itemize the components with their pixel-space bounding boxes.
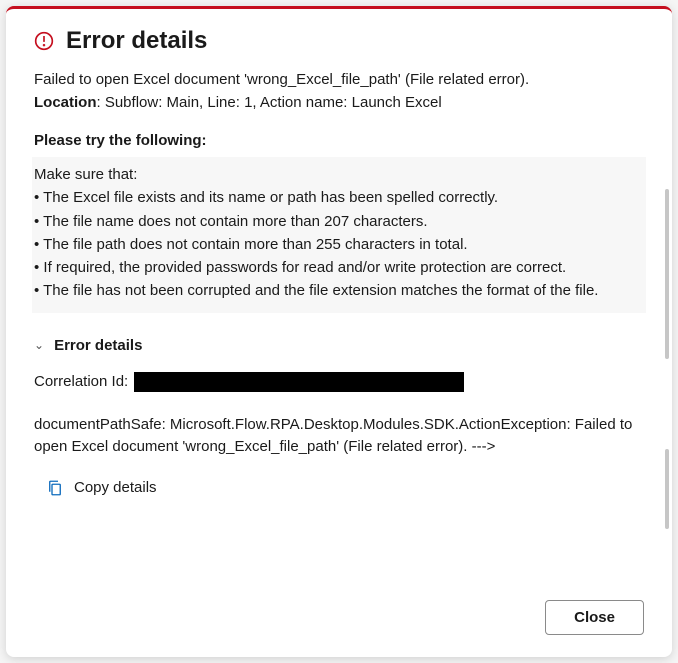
dialog-body: Failed to open Excel document 'wrong_Exc… bbox=[6, 69, 672, 588]
suggestion-item: • The Excel file exists and its name or … bbox=[34, 186, 644, 209]
suggestion-item: • If required, the provided passwords fo… bbox=[34, 256, 644, 279]
scrollbar-thumb[interactable] bbox=[665, 189, 669, 359]
suggestion-intro: Make sure that: bbox=[34, 163, 644, 186]
suggestion-title: Please try the following: bbox=[34, 132, 644, 149]
correlation-row: Correlation Id: bbox=[34, 372, 644, 392]
error-dialog: Error details Failed to open Excel docum… bbox=[6, 6, 672, 657]
scrollbar-thumb-details[interactable] bbox=[665, 449, 669, 529]
copy-icon bbox=[46, 479, 64, 497]
suggestion-item: • The file name does not contain more th… bbox=[34, 210, 644, 233]
suggestion-item: • The file path does not contain more th… bbox=[34, 233, 644, 256]
chevron-down-icon: ⌄ bbox=[34, 338, 44, 352]
close-button[interactable]: Close bbox=[545, 600, 644, 635]
error-details-label: Error details bbox=[54, 337, 142, 354]
error-message: Failed to open Excel document 'wrong_Exc… bbox=[34, 69, 644, 92]
correlation-id-redacted bbox=[134, 372, 464, 392]
dialog-footer: Close bbox=[6, 588, 672, 657]
error-icon bbox=[34, 31, 54, 51]
error-stack-text: documentPathSafe: Microsoft.Flow.RPA.Des… bbox=[34, 414, 644, 459]
correlation-label: Correlation Id: bbox=[34, 373, 128, 390]
suggestion-box: Make sure that: • The Excel file exists … bbox=[32, 157, 646, 313]
copy-details-label: Copy details bbox=[74, 479, 157, 496]
error-details-section: ⌄ Error details Correlation Id: document… bbox=[34, 337, 644, 497]
location-label: Location bbox=[34, 94, 97, 111]
dialog-header: Error details bbox=[6, 9, 672, 69]
suggestion-item: • The file has not been corrupted and th… bbox=[34, 279, 644, 302]
copy-details-button[interactable]: Copy details bbox=[34, 479, 644, 497]
dialog-title: Error details bbox=[66, 27, 207, 55]
error-details-toggle[interactable]: ⌄ Error details bbox=[34, 337, 644, 354]
error-location: Location: Subflow: Main, Line: 1, Action… bbox=[34, 92, 644, 115]
location-value: : Subflow: Main, Line: 1, Action name: L… bbox=[97, 94, 442, 111]
error-summary: Failed to open Excel document 'wrong_Exc… bbox=[34, 69, 644, 114]
